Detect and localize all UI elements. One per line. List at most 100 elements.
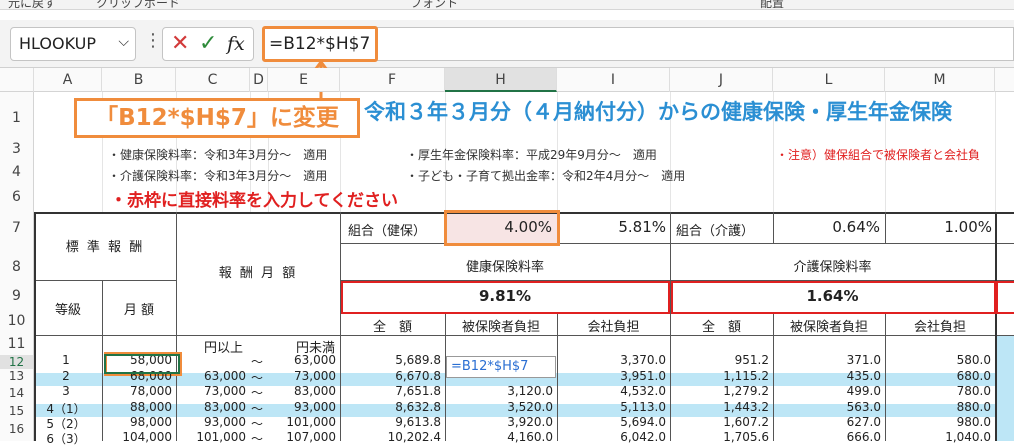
- ribbon-group-undo[interactable]: 元に戻す: [8, 0, 56, 9]
- cell-i[interactable]: 5,113.0: [557, 400, 666, 414]
- header-care-insured[interactable]: 被保険者負担: [773, 316, 885, 335]
- cell-tilde[interactable]: ～: [250, 384, 264, 401]
- row-header-14[interactable]: 14: [0, 386, 33, 400]
- cell-j[interactable]: 1,115.2: [670, 369, 769, 383]
- cell-tilde[interactable]: ～: [250, 353, 264, 370]
- cell-l[interactable]: 666.0: [773, 430, 881, 444]
- cell-h[interactable]: 3,520.0: [445, 400, 553, 414]
- column-header-e[interactable]: E: [268, 68, 340, 92]
- cell-m7-rate[interactable]: 1.00%: [886, 218, 992, 236]
- cell-high[interactable]: 101,000: [268, 415, 336, 429]
- header-health-total[interactable]: 全 額: [340, 316, 445, 335]
- column-header-a[interactable]: A: [34, 68, 102, 92]
- header-health-company[interactable]: 会社負担: [557, 316, 670, 335]
- header-monthly[interactable]: 月 額: [102, 299, 176, 318]
- header-over[interactable]: 円以上: [204, 337, 243, 356]
- cell-i[interactable]: 3,951.0: [557, 369, 666, 383]
- cell-high[interactable]: 63,000: [268, 353, 336, 367]
- more-options-icon[interactable]: ⋮: [144, 30, 162, 51]
- care-total-rate[interactable]: 1.64%: [670, 287, 995, 305]
- cell-f[interactable]: 10,202.4: [340, 430, 441, 444]
- cell-low[interactable]: 73,000: [176, 384, 246, 398]
- cell-low[interactable]: 63,000: [176, 369, 246, 383]
- column-header-h[interactable]: H: [445, 68, 557, 92]
- row-header-4[interactable]: 4: [0, 164, 33, 180]
- row-header-11[interactable]: 11: [0, 336, 33, 352]
- cell-monthly[interactable]: 98,000: [102, 415, 172, 429]
- row-header-13[interactable]: 13: [0, 369, 33, 383]
- cell-i[interactable]: 6,042.0: [557, 430, 666, 444]
- row-header-10[interactable]: 10: [0, 313, 33, 329]
- cell-tilde[interactable]: ～: [250, 430, 264, 447]
- cell-low[interactable]: 101,000: [176, 430, 246, 444]
- cell-j[interactable]: 1,279.2: [670, 384, 769, 398]
- cell-h[interactable]: 3,120.0: [445, 384, 553, 398]
- cell-i7-rate[interactable]: 5.81%: [558, 218, 666, 236]
- health-total-rate[interactable]: 9.81%: [340, 287, 670, 305]
- cell-m[interactable]: 1,040.0: [885, 430, 991, 444]
- cell-high[interactable]: 83,000: [268, 384, 336, 398]
- cell-high[interactable]: 93,000: [268, 400, 336, 414]
- column-header-next[interactable]: [995, 68, 1014, 92]
- cell-l[interactable]: 627.0: [773, 415, 881, 429]
- header-care-rate[interactable]: 介護保険料率: [670, 256, 995, 275]
- cell-grade[interactable]: 6（3）: [34, 430, 98, 447]
- note-pension-rate[interactable]: ・厚生年金保険料率：平成29年9月分～ 適用: [406, 146, 657, 163]
- cell-l[interactable]: 499.0: [773, 384, 881, 398]
- row-header-1[interactable]: 1: [0, 110, 33, 126]
- enter-icon[interactable]: ✓: [199, 31, 217, 56]
- cell-high[interactable]: 107,000: [268, 430, 336, 444]
- cell-m[interactable]: 680.0: [885, 369, 991, 383]
- cell-h[interactable]: 4,160.0: [445, 430, 553, 444]
- column-header-j[interactable]: J: [670, 68, 773, 92]
- header-standard-reward[interactable]: 標 準 報 酬: [34, 236, 176, 255]
- row-header-3[interactable]: 3: [0, 141, 33, 157]
- header-reward-monthly[interactable]: 報 酬 月 額: [176, 262, 340, 281]
- ribbon-group-font[interactable]: フォント: [410, 0, 458, 9]
- cell-monthly[interactable]: 104,000: [102, 430, 172, 444]
- cell-monthly[interactable]: 78,000: [102, 384, 172, 398]
- cell-j[interactable]: 951.2: [670, 353, 769, 367]
- cell-high[interactable]: 73,000: [268, 369, 336, 383]
- row-header-15[interactable]: 15: [0, 404, 33, 418]
- column-header-f[interactable]: F: [340, 68, 445, 92]
- ribbon-group-clipboard[interactable]: クリップボード: [96, 0, 180, 9]
- cell-f[interactable]: 6,670.8: [340, 369, 441, 383]
- cell-i[interactable]: 4,532.0: [557, 384, 666, 398]
- cell-grade[interactable]: 3: [34, 384, 98, 398]
- header-kumiai-kaigo[interactable]: 組合（介護）: [676, 220, 754, 239]
- cancel-icon[interactable]: ✕: [171, 31, 189, 56]
- cell-l7-rate[interactable]: 0.64%: [774, 218, 880, 236]
- row-header-9[interactable]: 9: [0, 288, 33, 304]
- cell-low[interactable]: 83,000: [176, 400, 246, 414]
- header-kumiai-kenpo[interactable]: 組合（健保）: [348, 220, 426, 239]
- cell-low[interactable]: 93,000: [176, 415, 246, 429]
- note-caution[interactable]: ・注意）健保組合で被保険者と会社負: [776, 146, 980, 163]
- cell-m[interactable]: 980.0: [885, 415, 991, 429]
- cell-j[interactable]: 1,607.2: [670, 415, 769, 429]
- cell-f[interactable]: 9,613.8: [340, 415, 441, 429]
- chevron-down-icon[interactable]: ⌵: [118, 34, 129, 50]
- cell-f[interactable]: 5,689.8: [340, 353, 441, 367]
- cell-l[interactable]: 563.0: [773, 400, 881, 414]
- header-care-company[interactable]: 会社負担: [885, 316, 995, 335]
- cell-grade[interactable]: 2: [34, 369, 98, 383]
- ribbon-group-alignment[interactable]: 配置: [760, 0, 784, 9]
- cell-grade[interactable]: 1: [34, 353, 98, 367]
- note-care-rate[interactable]: ・介護保険料率：令和3年3月分～ 適用: [108, 167, 327, 184]
- cell-h[interactable]: 3,920.0: [445, 415, 553, 429]
- red-note[interactable]: ・赤枠に直接料率を入力してください: [110, 186, 398, 211]
- sheet-title[interactable]: 令和３年３月分（４月納付分）からの健康保険・厚生年金保険: [364, 96, 952, 126]
- row-header-12[interactable]: 12: [0, 355, 33, 369]
- row-header-6[interactable]: 6: [0, 189, 33, 205]
- column-header-l[interactable]: L: [773, 68, 885, 92]
- cell-i[interactable]: 3,370.0: [557, 353, 666, 367]
- header-care-total[interactable]: 全 額: [670, 316, 773, 335]
- note-health-rate[interactable]: ・健康保険料率：令和3年3月分～ 適用: [108, 146, 327, 163]
- header-health-insured[interactable]: 被保険者負担: [445, 316, 557, 335]
- cell-m[interactable]: 580.0: [885, 353, 991, 367]
- cell-l[interactable]: 435.0: [773, 369, 881, 383]
- active-cell-b12[interactable]: [104, 354, 180, 374]
- column-header-b[interactable]: B: [102, 68, 176, 92]
- name-box[interactable]: HLOOKUP ⌵: [10, 27, 136, 61]
